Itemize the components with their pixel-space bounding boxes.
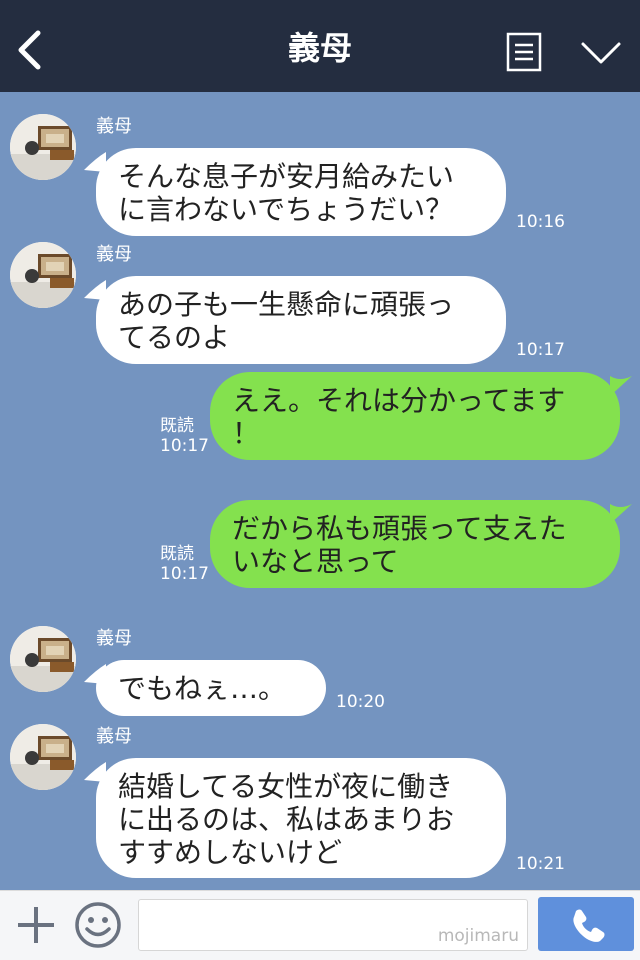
sender-name: 義母 [96, 726, 132, 747]
list-icon [506, 32, 542, 72]
message-time: 10:17 [160, 564, 209, 584]
read-label: 既読 [160, 544, 194, 564]
incoming-message-bubble[interactable]: そんな息子が安月給みたい に言わないでちょうだい？ [96, 148, 506, 236]
sender-name: 義母 [96, 244, 132, 265]
sender-name: 義母 [96, 116, 132, 137]
chat-title: 義母 [287, 29, 352, 67]
chevron-down-icon [581, 42, 621, 64]
emoji-button[interactable] [74, 901, 122, 949]
add-button[interactable] [16, 905, 56, 945]
avatar[interactable] [10, 242, 76, 308]
plus-icon [18, 907, 54, 943]
message-line: そんな息子が安月給みたい [118, 160, 455, 193]
message-line: に出るのは、私はあまりお [118, 803, 455, 836]
chat-header: 義母 [0, 0, 640, 92]
message-line: ！ [232, 417, 261, 450]
chat-area[interactable]: 義母 そんな息子が安月給みたい に言わないでちょうだい？ 10:16 義母 あの子も一生懸… [0, 92, 640, 890]
phone-icon [573, 909, 605, 942]
read-receipt: 既読 10:17 [160, 416, 209, 456]
input-bar: mojimaru [0, 890, 640, 960]
message-input[interactable]: mojimaru [138, 899, 528, 951]
incoming-message-bubble[interactable]: あの子も一生懸命に頑張っ てるのよ [96, 276, 506, 364]
message-line: だから私も頑張って支えた [232, 512, 567, 545]
message-line: てるのよ [118, 321, 231, 354]
smiley-icon [75, 902, 121, 948]
message-time: 10:17 [160, 436, 209, 456]
sender-name: 義母 [96, 628, 132, 649]
message-time: 10:16 [516, 212, 565, 232]
read-label: 既読 [160, 416, 194, 436]
message-line: いなと思って [232, 545, 399, 578]
dropdown-button[interactable] [580, 40, 622, 66]
message-line: あの子も一生懸命に頑張っ [118, 288, 455, 321]
read-receipt: 既読 10:17 [160, 544, 209, 584]
incoming-message-bubble[interactable]: でもねぇ…。 [96, 660, 326, 716]
outgoing-message-bubble[interactable]: だから私も頑張って支えた いなと思って [210, 500, 620, 588]
message-time: 10:17 [516, 340, 565, 360]
watermark: mojimaru [437, 926, 519, 946]
message-line: 結婚してる女性が夜に働き [118, 770, 454, 803]
avatar[interactable] [10, 114, 76, 180]
message-line: でもねぇ…。 [118, 672, 287, 705]
message-time: 10:21 [516, 854, 565, 874]
outgoing-message-bubble[interactable]: ええ。それは分かってます！ [210, 372, 620, 460]
message-line: に言わないでちょうだい？ [118, 193, 454, 226]
avatar[interactable] [10, 626, 76, 692]
message-line: すすめしないけど [118, 836, 343, 869]
menu-button[interactable] [506, 32, 542, 72]
message-line: ええ。それは分かってます [232, 384, 566, 417]
call-button[interactable] [538, 897, 634, 951]
avatar[interactable] [10, 724, 76, 790]
incoming-message-bubble[interactable]: 結婚してる女性が夜に働き に出るのは、私はあまりお すすめしないけど [96, 758, 506, 878]
message-time: 10:20 [336, 692, 385, 712]
